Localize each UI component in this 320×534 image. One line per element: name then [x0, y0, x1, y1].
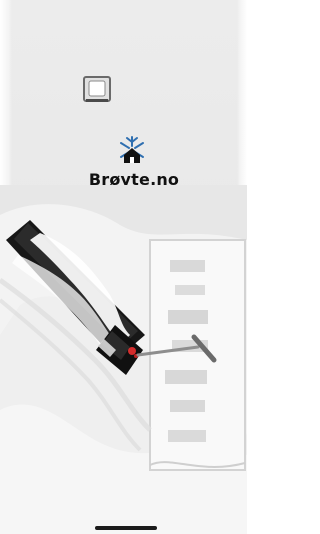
background-photo	[0, 185, 247, 534]
home-indicator	[95, 526, 157, 530]
splash-screen: Brøyte.no	[0, 0, 247, 534]
snowflake-house-icon	[120, 136, 144, 163]
top-object-illustration	[83, 76, 111, 102]
building-roof	[149, 239, 246, 471]
